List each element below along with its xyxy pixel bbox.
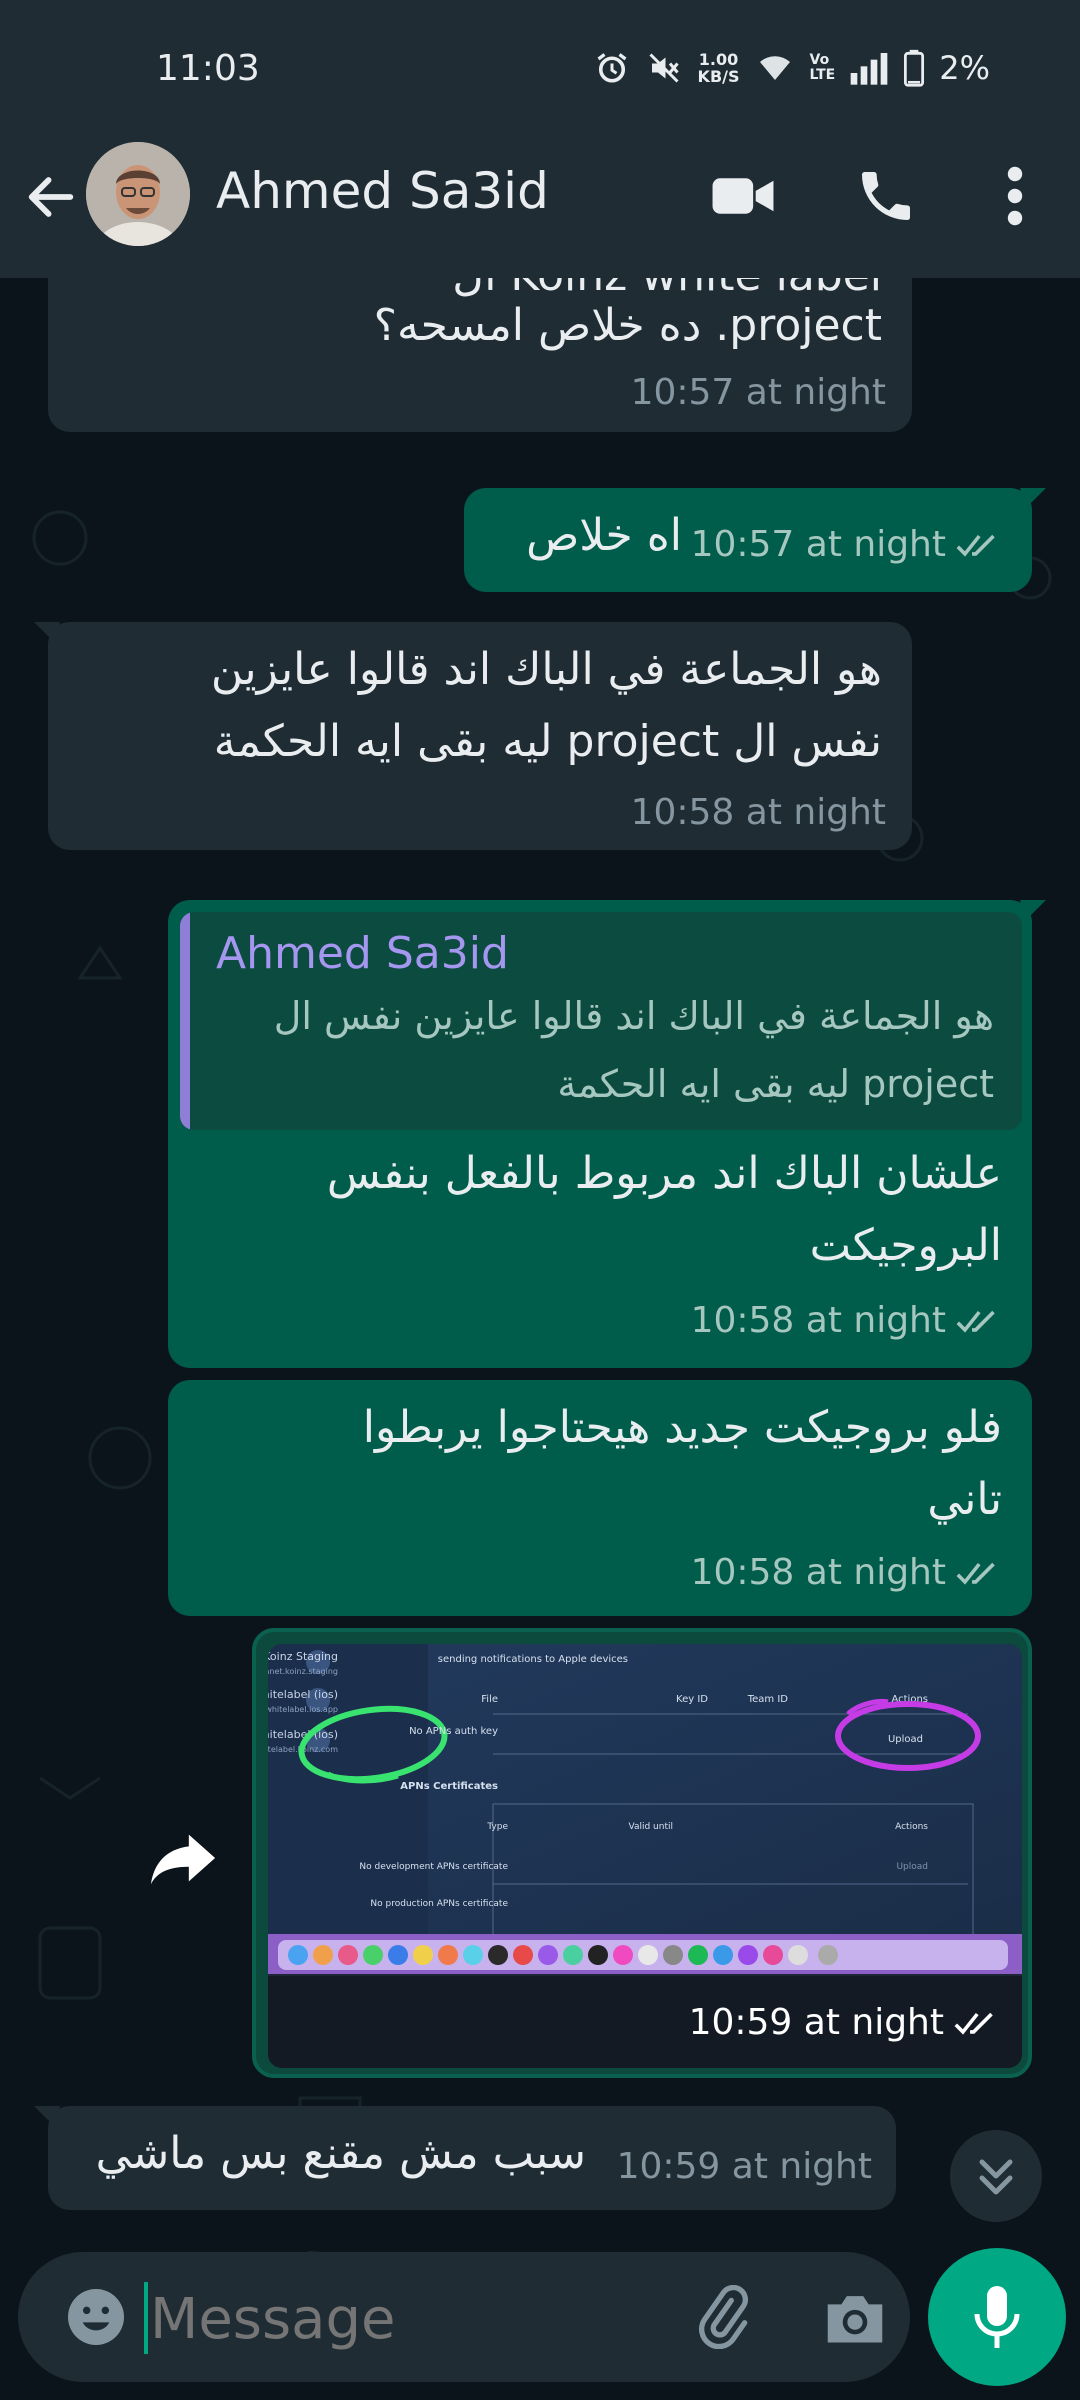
message-bubble-outgoing[interactable]: فلو بروجيكت جديد هيحتاجوا يربطوا تاني 10… — [168, 1380, 1032, 1616]
message-text: project. ده خلاص امسحه؟ — [373, 300, 882, 351]
more-vert-icon[interactable] — [995, 164, 1035, 228]
image-note: sending notifications to Apple devices — [438, 1654, 628, 1665]
volte-indicator: Vo LTE — [810, 53, 836, 83]
message-bubble-incoming[interactable]: سبب مش مقنع بس ماشي 10:59 at night — [34, 2106, 896, 2210]
image-auth-row: No APNs auth key — [409, 1726, 498, 1737]
message-input-bar — [18, 2252, 910, 2382]
status-time: 11:03 — [156, 48, 260, 89]
emoji-icon[interactable] — [64, 2285, 128, 2349]
message-bubble-image[interactable]: Koinz Staging tech.gplanet.koinz.staging… — [252, 1628, 1032, 2078]
message-time: 10:58 at night — [690, 1300, 946, 1341]
wifi-icon — [759, 56, 790, 80]
image-item-title: whitelabel (ios) — [268, 1688, 338, 1701]
message-text: اه خلاص — [526, 510, 682, 561]
chevrons-down-icon — [979, 2159, 1013, 2195]
reply-text-line: هو الجماعة في الباك اند قالوا عايزين نفس… — [273, 994, 994, 1038]
image-cert-header: Valid until — [629, 1822, 674, 1832]
phone-icon[interactable] — [854, 164, 918, 228]
double-check-icon — [954, 2012, 993, 2035]
signal-icon — [850, 53, 888, 85]
mic-button[interactable] — [928, 2248, 1066, 2386]
volte-top: Vo — [809, 52, 830, 68]
battery-percent: 2% — [939, 49, 990, 87]
message-time: 10:58 at night — [630, 792, 886, 833]
message-bubble-incoming[interactable]: Koinz white label ال project. ده خلاص ام… — [48, 278, 912, 432]
reply-author: Ahmed Sa3id — [216, 928, 509, 979]
message-text-line: هو الجماعة في الباك اند قالوا عايزين — [210, 644, 882, 695]
message-bubble-outgoing[interactable]: اه خلاص 10:57 at night — [464, 488, 1046, 592]
image-cert-row: No development APNs certificate — [359, 1862, 508, 1872]
avatar-image — [86, 142, 190, 246]
double-check-icon — [956, 1562, 995, 1585]
scroll-down-button[interactable] — [950, 2130, 1042, 2222]
message-time: 10:59 at night — [688, 2002, 944, 2043]
message-text: سبب مش مقنع بس ماشي — [95, 2128, 586, 2179]
bubble-tail — [1020, 900, 1046, 920]
net-speed: 1.00 KB/S — [698, 51, 740, 85]
message-meta: 10:59 at night — [689, 2002, 1004, 2043]
image-cert-header: Actions — [895, 1822, 928, 1832]
image-section-title: APNs Certificates — [400, 1781, 498, 1792]
contact-name[interactable]: Ahmed Sa3id — [216, 162, 549, 220]
image-upload-dim: Upload — [896, 1862, 928, 1872]
battery-icon — [904, 49, 925, 87]
message-time: 10:58 at night — [690, 1552, 946, 1593]
image-table-header: Team ID — [747, 1694, 789, 1705]
avatar[interactable] — [86, 142, 190, 246]
message-bubble-outgoing-reply[interactable]: Ahmed Sa3id هو الجماعة في الباك اند قالو… — [168, 900, 1046, 1368]
message-text-line: علشان الباك اند مربوط بالفعل بنفس — [326, 1148, 1002, 1199]
message-text-line: تاني — [927, 1474, 1002, 1525]
bubble-tail — [34, 622, 60, 642]
alarm-icon — [597, 53, 627, 83]
message-input[interactable] — [148, 2276, 672, 2362]
chat-area[interactable]: Koinz white label ال project. ده خلاص ام… — [0, 278, 1080, 2400]
image-cert-header: Type — [486, 1822, 508, 1832]
bubble-tail — [34, 2106, 60, 2126]
reply-text-line: project ليه بقى ايه الحكمة — [557, 1062, 994, 1106]
message-meta: 10:58 at night — [691, 1300, 1006, 1341]
message-meta: 10:58 at night — [691, 1552, 1006, 1593]
message-time: 10:59 at night — [616, 2146, 872, 2187]
message-meta: 10:58 at night — [631, 792, 886, 833]
status-icons: 1.00 KB/S Vo LTE 2% — [594, 46, 990, 90]
reply-bar — [180, 912, 190, 1130]
camera-icon[interactable] — [822, 2288, 888, 2348]
net-speed-value: 1.00 — [698, 50, 739, 69]
message-text-line: نفس ال project ليه بقى ايه الحكمة — [213, 716, 882, 767]
image-table-header: Key ID — [676, 1694, 708, 1705]
image-item-subtitle: com.whitelabel.ios.app — [268, 1705, 338, 1714]
bubble-tail — [1020, 488, 1046, 508]
message-meta: 10:59 at night — [617, 2146, 872, 2187]
message-meta: 10:57 at night — [631, 372, 886, 413]
chat-header: Ahmed Sa3id — [0, 140, 1080, 278]
message-time: 10:57 at night — [690, 524, 946, 565]
back-arrow-icon[interactable] — [22, 168, 80, 226]
message-bubble-incoming[interactable]: هو الجماعة في الباك اند قالوا عايزين نفس… — [34, 622, 912, 850]
image-item-subtitle: tech.gplanet.koinz.staging — [268, 1667, 338, 1676]
reply-quote[interactable]: Ahmed Sa3id هو الجماعة في الباك اند قالو… — [180, 912, 1022, 1130]
net-speed-unit: KB/S — [697, 67, 740, 86]
mic-icon — [974, 2286, 1020, 2348]
image-item-title: Koinz Staging — [268, 1650, 338, 1663]
double-check-icon — [956, 1310, 995, 1333]
status-bar: 11:03 1.00 KB/S Vo LTE 2% — [0, 0, 1080, 140]
video-call-icon[interactable] — [710, 168, 776, 224]
message-text-line: البروجيكت — [809, 1220, 1002, 1271]
message-time: 10:57 at night — [630, 372, 886, 413]
mute-icon — [648, 53, 679, 83]
image-upload: Upload — [888, 1734, 923, 1745]
image-cert-row: No production APNs certificate — [370, 1899, 508, 1909]
message-text-line: فلو بروجيكت جديد هيحتاجوا يربطوا — [362, 1402, 1002, 1453]
message-meta: 10:57 at night — [691, 524, 1006, 565]
double-check-icon — [956, 534, 995, 557]
image-table-header: File — [481, 1694, 498, 1705]
forward-icon[interactable] — [148, 1828, 218, 1888]
attach-icon[interactable] — [690, 2285, 754, 2349]
volte-bottom: LTE — [809, 67, 836, 83]
